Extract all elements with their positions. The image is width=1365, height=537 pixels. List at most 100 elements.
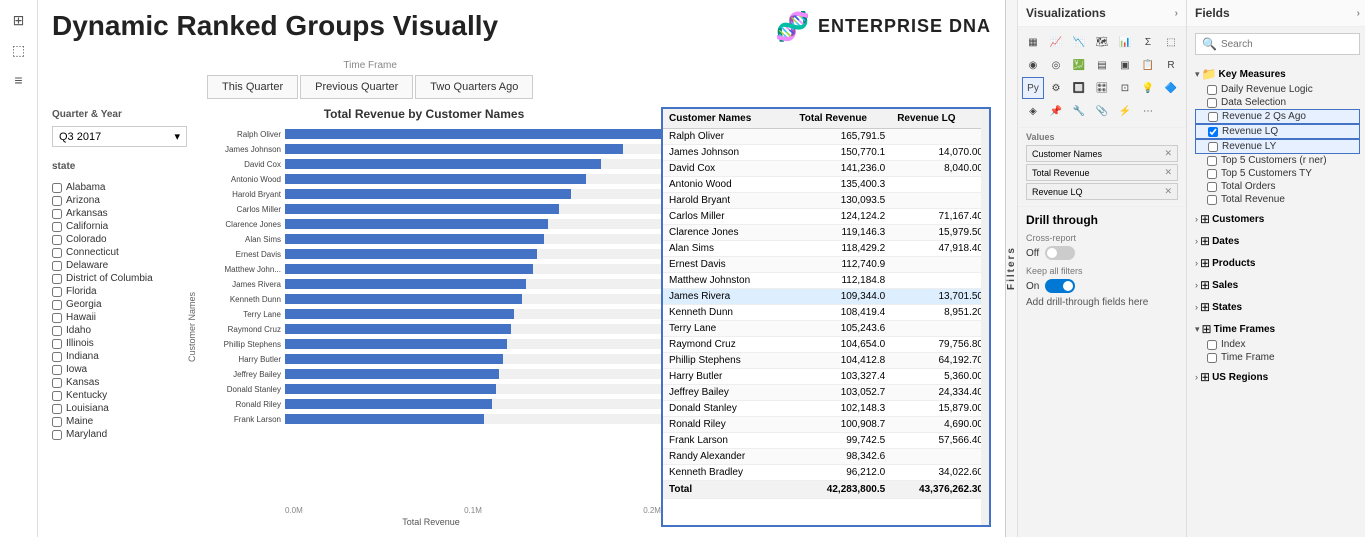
state-checkbox[interactable] — [52, 404, 62, 414]
state-checkbox[interactable] — [52, 235, 62, 245]
viz-icon-0-1[interactable]: 📈 — [1045, 31, 1067, 53]
viz-icon-1-6[interactable]: R — [1160, 54, 1182, 76]
viz-icon-3-2[interactable]: 🔧 — [1068, 100, 1090, 122]
viz-icon-0-3[interactable]: 🗺 — [1091, 31, 1113, 53]
viz-icon-0-2[interactable]: 📉 — [1068, 31, 1090, 53]
viz-icon-3-4[interactable]: ⚡ — [1114, 100, 1136, 122]
val-chip-total-revenue[interactable]: Total Revenue ✕ — [1026, 164, 1178, 181]
viz-icon-0-6[interactable]: ⬚ — [1160, 31, 1182, 53]
bar-track — [285, 309, 661, 319]
state-checkbox[interactable] — [52, 326, 62, 336]
this-quarter-btn[interactable]: This Quarter — [207, 75, 298, 99]
field-checkbox-6-1[interactable] — [1207, 353, 1217, 363]
state-checkbox[interactable] — [52, 430, 62, 440]
state-checkbox[interactable] — [52, 287, 62, 297]
viz-icon-2-4[interactable]: ⊡ — [1114, 77, 1136, 99]
table-cell-lq — [891, 449, 989, 465]
state-checkbox[interactable] — [52, 222, 62, 232]
viz-icon-3-5[interactable]: ⋯ — [1137, 100, 1159, 122]
viz-icon-0-5[interactable]: Σ — [1137, 31, 1159, 53]
viz-icon-1-2[interactable]: 💹 — [1068, 54, 1090, 76]
table-row: Ronald Riley 100,908.7 4,690.00 — [663, 417, 989, 433]
state-checkbox[interactable] — [52, 183, 62, 193]
field-checkbox-0-6[interactable] — [1207, 169, 1217, 179]
field-checkbox-0-4[interactable] — [1208, 142, 1218, 152]
field-group-header-1[interactable]: › ⊞ Customers — [1195, 210, 1360, 228]
field-item-6-1: Time Frame — [1195, 351, 1360, 364]
state-checkbox[interactable] — [52, 313, 62, 323]
search-input[interactable] — [1221, 39, 1353, 50]
viz-icon-2-0[interactable]: Py — [1022, 77, 1044, 99]
viz-icon-1-3[interactable]: ▤ — [1091, 54, 1113, 76]
viz-icon-1-0[interactable]: ◉ — [1022, 54, 1044, 76]
state-item: Kansas — [52, 377, 187, 388]
field-item-0-2: Revenue 2 Qs Ago — [1195, 109, 1360, 124]
field-group-header-2[interactable]: › ⊞ Dates — [1195, 232, 1360, 250]
table-cell-revenue: 118,429.2 — [793, 241, 891, 257]
field-checkbox-0-8[interactable] — [1207, 195, 1217, 205]
two-quarters-ago-btn[interactable]: Two Quarters Ago — [415, 75, 533, 99]
field-checkbox-0-3[interactable] — [1208, 127, 1218, 137]
viz-icon-2-2[interactable]: 🔲 — [1068, 77, 1090, 99]
sidebar-icon-3[interactable]: ≡ — [7, 68, 31, 92]
bar-track — [285, 414, 661, 424]
state-checkbox[interactable] — [52, 365, 62, 375]
state-checkbox[interactable] — [52, 196, 62, 206]
field-group-header-3[interactable]: › ⊞ Products — [1195, 254, 1360, 272]
scroll-track[interactable] — [981, 109, 989, 525]
state-checkbox[interactable] — [52, 378, 62, 388]
viz-icon-3-1[interactable]: 📌 — [1045, 100, 1067, 122]
field-label-0-6: Top 5 Customers TY — [1221, 168, 1312, 179]
viz-icon-0-4[interactable]: 📊 — [1114, 31, 1136, 53]
state-checkbox[interactable] — [52, 391, 62, 401]
state-checkbox[interactable] — [52, 339, 62, 349]
viz-icon-2-3[interactable]: 🎛 — [1091, 77, 1113, 99]
sidebar-icon-1[interactable]: ⊞ — [7, 8, 31, 32]
viz-icon-0-0[interactable]: ▦ — [1022, 31, 1044, 53]
table-cell-lq: 64,192.70 — [891, 353, 989, 369]
fields-expand-icon[interactable]: › — [1357, 8, 1360, 19]
table-cell-lq — [891, 257, 989, 273]
viz-icon-row: ◉◎💹▤▣📋R — [1022, 54, 1182, 76]
col-header-name: Customer Names — [663, 109, 793, 129]
field-checkbox-0-0[interactable] — [1207, 85, 1217, 95]
field-checkbox-6-0[interactable] — [1207, 340, 1217, 350]
state-checkbox[interactable] — [52, 248, 62, 258]
state-checkbox[interactable] — [52, 417, 62, 427]
state-checkbox[interactable] — [52, 274, 62, 284]
field-group-header-7[interactable]: › ⊞ US Regions — [1195, 368, 1360, 386]
field-checkbox-0-5[interactable] — [1207, 156, 1217, 166]
fields-search[interactable]: 🔍 — [1195, 33, 1360, 55]
viz-icon-2-6[interactable]: 🔷 — [1160, 77, 1182, 99]
field-checkbox-0-2[interactable] — [1208, 112, 1218, 122]
cross-report-toggle[interactable] — [1045, 246, 1075, 260]
viz-expand-icon[interactable]: › — [1175, 8, 1178, 19]
field-group-header-0[interactable]: ▾ 📁 Key Measures — [1195, 65, 1360, 83]
add-drill-link[interactable]: Add drill-through fields here — [1026, 297, 1178, 308]
state-checkbox[interactable] — [52, 209, 62, 219]
viz-icon-1-5[interactable]: 📋 — [1137, 54, 1159, 76]
state-checkbox[interactable] — [52, 300, 62, 310]
viz-icon-2-1[interactable]: ⚙ — [1045, 77, 1067, 99]
viz-icon-1-1[interactable]: ◎ — [1045, 54, 1067, 76]
field-item-6-0: Index — [1195, 338, 1360, 351]
state-checkbox[interactable] — [52, 261, 62, 271]
viz-icon-1-4[interactable]: ▣ — [1114, 54, 1136, 76]
sidebar-icon-2[interactable]: ⬚ — [7, 38, 31, 62]
viz-icon-3-0[interactable]: ◈ — [1022, 100, 1044, 122]
field-group-header-6[interactable]: ▾ ⊞ Time Frames — [1195, 320, 1360, 338]
field-group-header-4[interactable]: › ⊞ Sales — [1195, 276, 1360, 294]
keep-filters-toggle[interactable] — [1045, 279, 1075, 293]
val-chip-revenue-lq[interactable]: Revenue LQ ✕ — [1026, 183, 1178, 200]
field-checkbox-0-7[interactable] — [1207, 182, 1217, 192]
viz-icon-3-3[interactable]: 📎 — [1091, 100, 1113, 122]
field-checkbox-0-1[interactable] — [1207, 98, 1217, 108]
viz-icon-2-5[interactable]: 💡 — [1137, 77, 1159, 99]
field-group-header-5[interactable]: › ⊞ States — [1195, 298, 1360, 316]
viz-icon-3-6[interactable] — [1160, 100, 1182, 122]
state-checkbox[interactable] — [52, 352, 62, 362]
val-chip-customer-names[interactable]: Customer Names ✕ — [1026, 145, 1178, 162]
prev-quarter-btn[interactable]: Previous Quarter — [300, 75, 413, 99]
table-row: Ernest Davis 112,740.9 — [663, 257, 989, 273]
quarter-select[interactable]: Q3 2017 ▾ — [52, 126, 187, 147]
